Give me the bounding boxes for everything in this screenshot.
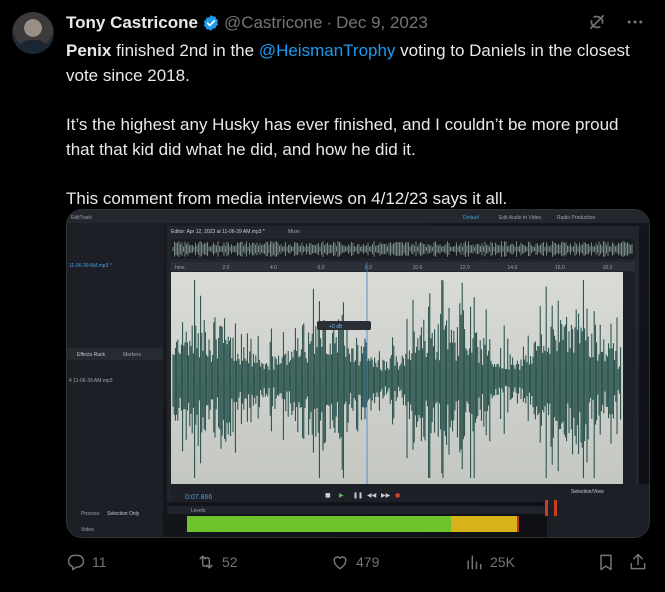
ruler-tick-label: 6.0	[318, 265, 325, 271]
like-count: 479	[356, 554, 380, 570]
reply-action[interactable]: 11	[66, 552, 107, 572]
ruler-tick-label: 12.0	[460, 265, 470, 271]
gain-hud[interactable]	[317, 321, 371, 330]
effects-file: 4 11-06-39 AM.mp3	[69, 378, 113, 384]
paragraph-3: This comment from media interviews on 4/…	[66, 189, 508, 208]
transport-button: ■	[325, 492, 331, 499]
paragraph-2: It’s the highest any Husky has ever fini…	[66, 115, 619, 159]
like-action[interactable]: 479	[330, 552, 379, 572]
transport-button: ❚❚	[353, 492, 363, 499]
ruler-tick-label: hms	[175, 265, 185, 271]
ruler-tick-label: 16.0	[555, 265, 565, 271]
selection-label: Selection/View	[571, 489, 604, 495]
ruler-tick-label: 2.0	[223, 265, 230, 271]
bold-word: Penix	[66, 41, 112, 60]
effects-tab[interactable]: Effects Rack	[77, 352, 105, 358]
repost-count: 52	[222, 554, 238, 570]
editor-tab[interactable]: Editor: Apr 12, 2023 at 11-06-39 AM.mp3 …	[171, 229, 265, 235]
ruler-tick-label: 8.0	[365, 265, 372, 271]
repost-icon	[199, 555, 213, 569]
p1-pre: finished 2nd in the	[111, 41, 259, 60]
reply-icon	[67, 554, 85, 571]
views-count: 25K	[490, 554, 515, 570]
author-name[interactable]: Tony Castricone	[66, 13, 198, 33]
header-actions	[587, 12, 645, 37]
ruler-tick-label: 14.0	[508, 265, 518, 271]
edit-track-label: EditTrack	[71, 215, 92, 221]
tweet-header: Tony Castricone @Castricone · Dec 9, 202…	[66, 12, 428, 34]
transport-button: ◀◀	[367, 492, 377, 499]
file-label: 11-06-39 AM.mp3 *	[69, 263, 112, 269]
edit-audio-label: Edit Audio to Video	[499, 215, 541, 221]
media-photo[interactable]: EditTrack Default Edit Audio to Video Ra…	[66, 209, 650, 538]
markers-tab[interactable]: Markers	[123, 352, 142, 358]
ruler-tick-label: 18.0	[603, 265, 613, 271]
reply-count: 11	[92, 554, 107, 570]
transport-button: ▶▶	[381, 492, 391, 499]
radio-label: Radio Production	[557, 215, 596, 221]
transport-button: ●	[395, 492, 400, 499]
share-action[interactable]	[628, 552, 648, 572]
paragraph-1: Penix finished 2nd in the @HeismanTrophy…	[66, 38, 651, 88]
mention-link[interactable]: @HeismanTrophy	[259, 41, 396, 60]
clip-indicator-2	[554, 500, 557, 516]
more-options-icon[interactable]	[625, 12, 645, 37]
selection-only[interactable]: Selection Only	[107, 511, 140, 517]
analytics-icon	[467, 555, 482, 570]
action-bar: 11 52 479 25K	[66, 552, 650, 576]
time-display: 0:07.866	[185, 494, 212, 501]
audio-editor-photo: EditTrack Default Edit Audio to Video Ra…	[67, 210, 649, 537]
separator-dot: ·	[326, 13, 333, 32]
db-scale	[623, 272, 635, 484]
tweet-text: Penix finished 2nd in the @HeismanTrophy…	[66, 38, 651, 235]
repost-action[interactable]: 52	[196, 552, 238, 572]
heart-icon	[333, 556, 347, 570]
bookmark-icon	[600, 554, 612, 571]
tweet: Tony Castricone @Castricone · Dec 9, 202…	[0, 0, 665, 592]
avatar[interactable]	[12, 12, 54, 54]
ruler-tick-label: 10.0	[413, 265, 423, 271]
levels-label: Levels	[191, 508, 206, 514]
process-label: Process:	[81, 511, 100, 517]
transport-button: ▶	[339, 492, 344, 499]
clip-indicator	[545, 500, 548, 516]
ruler-tick-label: 4.0	[270, 265, 277, 271]
level-meter-peak	[517, 516, 519, 532]
overview-waveform	[172, 241, 633, 257]
level-meter-green	[187, 516, 451, 532]
share-icon	[630, 553, 646, 570]
default-label: Default	[463, 215, 479, 221]
verified-badge-icon	[202, 14, 220, 32]
time-ruler	[171, 262, 635, 271]
grok-icon[interactable]	[587, 12, 607, 37]
level-meter-yellow	[451, 516, 517, 532]
video-label: Video	[81, 527, 94, 533]
tweet-date[interactable]: Dec 9, 2023	[336, 13, 428, 33]
gain-hud-label: +0 dB	[329, 324, 343, 330]
bookmark-action[interactable]	[596, 552, 616, 572]
mixer-tab[interactable]: Mixer	[288, 229, 301, 235]
views-action[interactable]: 25K	[464, 552, 515, 572]
author-handle[interactable]: @Castricone	[224, 13, 323, 33]
